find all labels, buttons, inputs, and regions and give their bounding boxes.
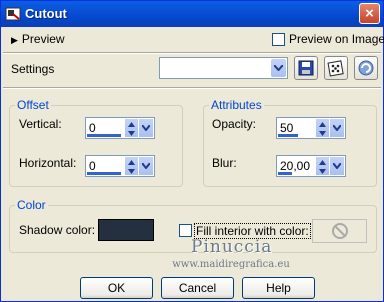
horizontal-slider-bar[interactable] bbox=[87, 172, 121, 175]
close-button[interactable]: × bbox=[359, 3, 380, 24]
chevron-down-icon bbox=[142, 125, 150, 131]
opacity-spinbox[interactable]: 50 bbox=[276, 117, 346, 139]
vertical-spinbox[interactable]: 0 bbox=[85, 117, 155, 139]
chevron-up-icon bbox=[319, 122, 326, 127]
horizontal-dropdown-button[interactable] bbox=[139, 157, 153, 175]
blur-slider-bar[interactable] bbox=[278, 172, 292, 175]
chevron-up-icon bbox=[128, 122, 135, 127]
chevron-up-icon bbox=[128, 160, 135, 165]
chevron-up-icon bbox=[319, 160, 326, 165]
reset-icon bbox=[358, 60, 374, 76]
horizontal-label: Horizontal: bbox=[19, 156, 77, 170]
separator-top bbox=[3, 52, 381, 54]
preview-label: Preview bbox=[21, 32, 65, 46]
save-preset-button[interactable] bbox=[294, 56, 318, 80]
cancel-button[interactable]: Cancel bbox=[161, 277, 234, 299]
watermark-url: www.maidiregrafica.eu bbox=[172, 259, 290, 270]
shadow-color-label: Shadow color: bbox=[19, 223, 96, 237]
chevron-down-icon bbox=[319, 169, 326, 174]
attributes-group-title: Attributes bbox=[209, 98, 264, 112]
preview-on-image-label: Preview on Image bbox=[289, 32, 384, 46]
expand-triangle-icon: ▶ bbox=[11, 35, 18, 45]
preview-expander[interactable]: ▶ Preview bbox=[11, 32, 65, 46]
vertical-label: Vertical: bbox=[19, 117, 62, 131]
blur-value: 20,00 bbox=[280, 159, 311, 173]
preset-select[interactable] bbox=[159, 57, 288, 79]
cutout-dialog: Cutout × ▶ Preview Preview on Image Setti… bbox=[0, 0, 384, 302]
horizontal-value: 0 bbox=[89, 159, 96, 173]
save-preset-icon bbox=[298, 60, 314, 76]
opacity-label: Opacity: bbox=[212, 117, 257, 131]
opacity-value: 50 bbox=[280, 121, 294, 135]
chevron-down-icon bbox=[333, 163, 341, 169]
dice-icon bbox=[327, 60, 344, 77]
opacity-dropdown-button[interactable] bbox=[330, 119, 344, 137]
vertical-spin-arrows[interactable] bbox=[125, 119, 138, 137]
app-icon bbox=[5, 7, 21, 21]
chevron-down-icon bbox=[319, 131, 326, 136]
separator-middle bbox=[3, 87, 381, 89]
vertical-slider-bar[interactable] bbox=[87, 134, 121, 137]
window-title: Cutout bbox=[25, 6, 67, 21]
horizontal-spinbox[interactable]: 0 bbox=[85, 155, 155, 177]
color-group-title: Color bbox=[15, 198, 48, 212]
fill-color-swatch[interactable] bbox=[312, 219, 367, 243]
offset-group-title: Offset bbox=[15, 98, 51, 112]
vertical-value: 0 bbox=[89, 121, 96, 135]
watermark-name: Pinuccia bbox=[191, 237, 273, 257]
settings-label: Settings bbox=[11, 62, 55, 76]
chevron-down-icon bbox=[128, 169, 135, 174]
chevron-down-icon bbox=[128, 131, 135, 136]
opacity-spin-arrows[interactable] bbox=[316, 119, 329, 137]
blur-dropdown-button[interactable] bbox=[330, 157, 344, 175]
reset-button[interactable] bbox=[354, 56, 378, 80]
shadow-color-swatch[interactable] bbox=[98, 219, 154, 241]
preset-dropdown-button[interactable] bbox=[271, 59, 286, 77]
help-button[interactable]: Help bbox=[242, 277, 315, 299]
horizontal-spin-arrows[interactable] bbox=[125, 157, 138, 175]
preview-on-image-checkbox[interactable] bbox=[272, 33, 285, 46]
title-bar[interactable]: Cutout × bbox=[1, 1, 383, 27]
fill-interior-checkbox[interactable] bbox=[179, 224, 192, 237]
randomize-button[interactable] bbox=[324, 56, 348, 80]
opacity-slider-bar[interactable] bbox=[278, 134, 298, 137]
blur-spinbox[interactable]: 20,00 bbox=[276, 155, 346, 177]
chevron-down-icon bbox=[333, 125, 341, 131]
blur-spin-arrows[interactable] bbox=[316, 157, 329, 175]
chevron-down-icon bbox=[142, 163, 150, 169]
blur-label: Blur: bbox=[212, 156, 237, 170]
vertical-dropdown-button[interactable] bbox=[139, 119, 153, 137]
no-color-icon bbox=[332, 223, 348, 239]
ok-button[interactable]: OK bbox=[80, 277, 153, 299]
chevron-down-icon bbox=[274, 65, 283, 71]
